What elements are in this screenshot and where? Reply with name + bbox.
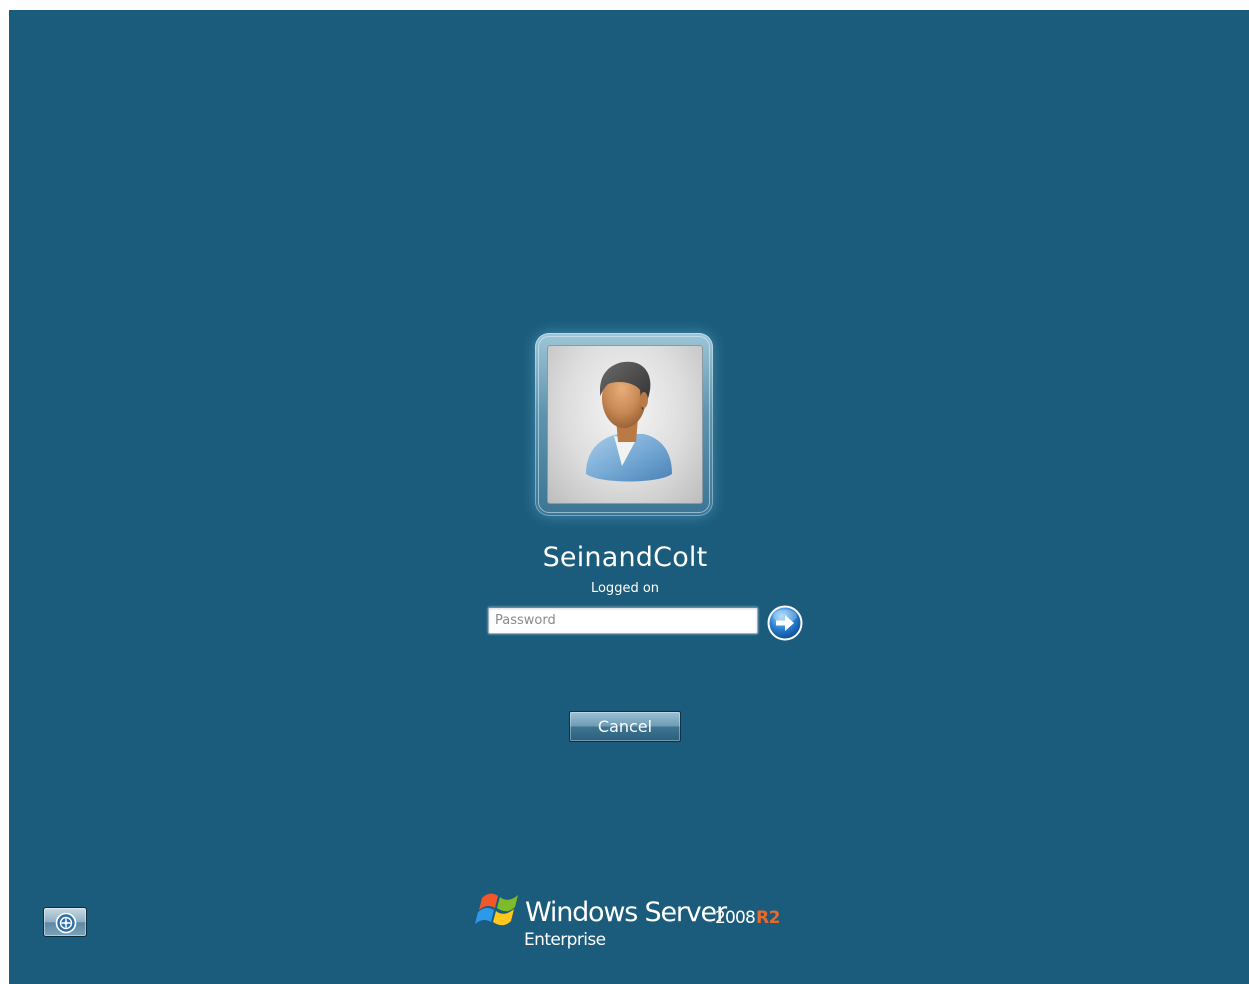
brand-product: Windows Server — [525, 897, 727, 928]
user-avatar-icon — [586, 361, 672, 482]
user-name: SeinandColt — [542, 542, 708, 573]
user-avatar — [547, 345, 703, 504]
password-input[interactable] — [488, 607, 758, 634]
brand-version: 2008 — [715, 908, 756, 928]
submit-button[interactable] — [767, 605, 803, 641]
brand-release: R2 — [756, 908, 780, 928]
windows-flag-icon — [475, 893, 518, 926]
user-status: Logged on — [590, 581, 660, 596]
cancel-button[interactable]: Cancel — [569, 711, 681, 742]
brand-edition: Enterprise — [524, 930, 606, 950]
arrow-right-icon — [767, 605, 803, 641]
user-tile — [535, 333, 713, 516]
ease-of-access-button[interactable] — [43, 907, 87, 937]
ease-of-access-icon — [55, 912, 77, 934]
